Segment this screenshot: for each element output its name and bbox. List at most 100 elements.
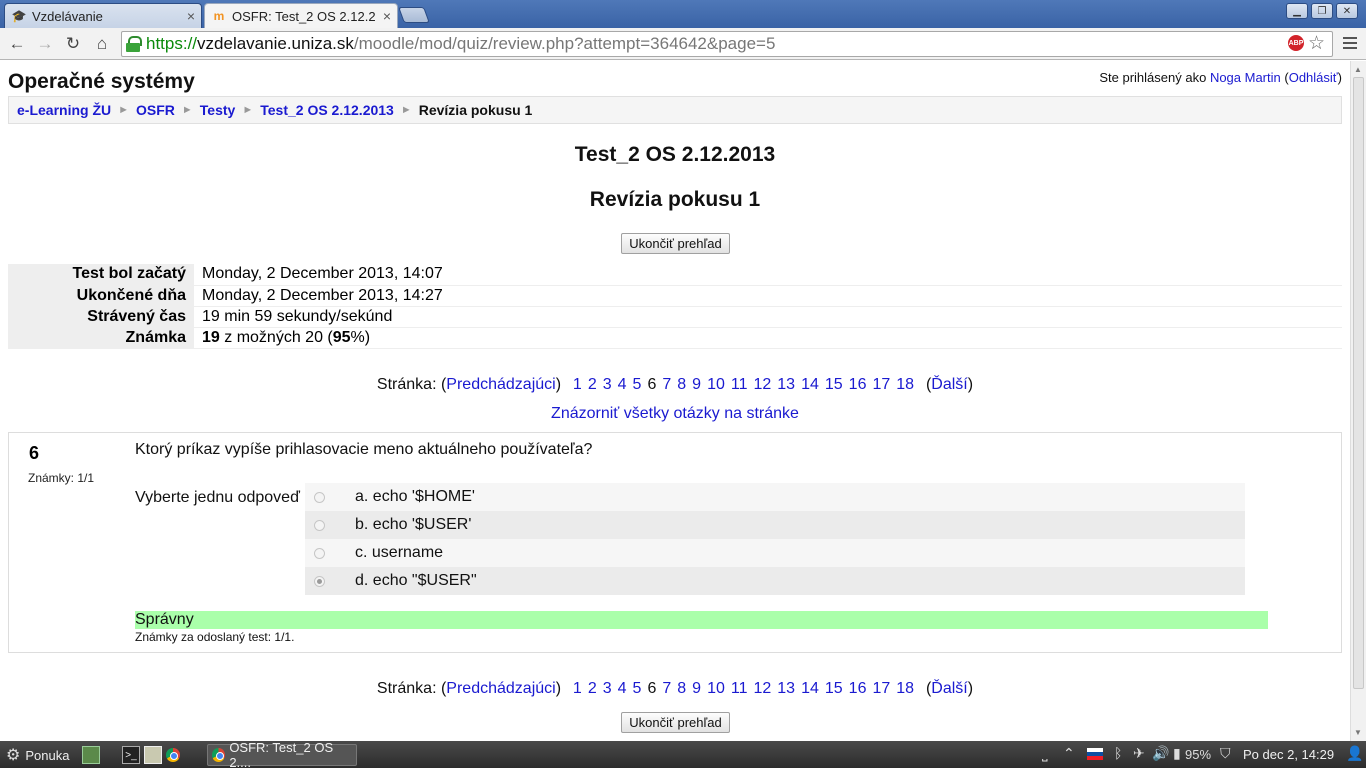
pager-page-link[interactable]: 17 xyxy=(872,376,890,393)
pager-page-link[interactable]: 15 xyxy=(825,376,843,393)
pager-page-link[interactable]: 14 xyxy=(801,680,819,697)
scrollbar-thumb[interactable] xyxy=(1353,77,1364,689)
shield-icon[interactable]: ⛉ xyxy=(1220,745,1231,762)
adblock-icon[interactable]: ABP xyxy=(1288,35,1304,51)
pager-page-link[interactable]: 10 xyxy=(707,680,725,697)
clock[interactable]: Po dec 2, 14:29 xyxy=(1243,747,1334,762)
pager-page-link[interactable]: 18 xyxy=(896,376,914,393)
chrome-launcher[interactable] xyxy=(166,745,184,765)
restore-icon[interactable]: ❐ xyxy=(1311,3,1333,19)
pager-page-link[interactable]: 1 xyxy=(573,376,582,393)
pager-page-link[interactable]: 16 xyxy=(849,376,867,393)
vertical-scrollbar[interactable]: ▲ ▼ xyxy=(1350,61,1366,741)
terminal-launcher[interactable]: >_ xyxy=(122,745,140,765)
new-tab-button[interactable] xyxy=(398,7,430,23)
pager-page-link[interactable]: 11 xyxy=(731,680,748,697)
pager-prev-link[interactable]: Predchádzajúci xyxy=(446,680,555,697)
volume-icon[interactable]: 🔊 xyxy=(1152,745,1169,762)
finish-review-button[interactable]: Ukončiť prehľad xyxy=(621,712,730,733)
keyboard-layout-flag-icon[interactable] xyxy=(1087,748,1103,760)
breadcrumb-separator-icon: ► xyxy=(242,104,254,116)
scroll-down-icon[interactable]: ▼ xyxy=(1354,728,1362,737)
pager-page-link[interactable]: 14 xyxy=(801,376,819,393)
pager-page-link[interactable]: 9 xyxy=(692,376,701,393)
pager-page-link[interactable]: 7 xyxy=(662,376,671,393)
radio-button[interactable] xyxy=(314,519,325,531)
pager-next-link[interactable]: Ďalší xyxy=(931,680,967,697)
pager-page-link[interactable]: 16 xyxy=(849,680,867,697)
pager-page-link[interactable]: 12 xyxy=(753,376,771,393)
pager-page-link[interactable]: 1 xyxy=(573,680,582,697)
file-manager-launcher[interactable] xyxy=(144,745,162,765)
pager-current-page: 6 xyxy=(647,376,657,393)
tray-expand-icon[interactable]: ⌃ xyxy=(1063,745,1075,762)
answer-option[interactable]: d. echo "$USER" xyxy=(305,567,1245,595)
folder-icon xyxy=(144,746,162,764)
tab-vzdelavanie[interactable]: 🎓 Vzdelávanie × xyxy=(4,3,202,28)
url-path: /moodle/mod/quiz/review.php?attempt=3646… xyxy=(353,34,776,53)
user-profile-link[interactable]: Noga Martin xyxy=(1210,70,1281,85)
pager-page-link[interactable]: 10 xyxy=(707,376,725,393)
answer-option[interactable]: a. echo '$HOME' xyxy=(305,483,1245,511)
tab-osfr[interactable]: m OSFR: Test_2 OS 2.12.2 × xyxy=(204,3,398,28)
network-icon[interactable]: ✈ xyxy=(1133,745,1145,762)
radio-button[interactable] xyxy=(314,547,325,559)
answer-option[interactable]: c. username xyxy=(305,539,1245,567)
logout-link[interactable]: Odhlásiť xyxy=(1289,70,1338,85)
breadcrumb-elearning[interactable]: e-Learning ŽU xyxy=(17,102,111,118)
pager-page-link[interactable]: 5 xyxy=(633,376,642,393)
radio-button[interactable] xyxy=(314,491,325,503)
pager-prev-link[interactable]: Predchádzajúci xyxy=(446,376,555,393)
pager-page-link[interactable]: 11 xyxy=(731,376,748,393)
breadcrumb-separator-icon: ► xyxy=(181,104,193,116)
pager-page-link[interactable]: 12 xyxy=(753,680,771,697)
pager-page-link[interactable]: 17 xyxy=(872,680,890,697)
answer-option[interactable]: b. echo '$USER' xyxy=(305,511,1245,539)
workspace-icon[interactable]: ⎵ xyxy=(1042,745,1048,762)
address-bar[interactable]: https:// vzdelavanie.uniza.sk /moodle/mo… xyxy=(121,31,1333,57)
show-desktop-button[interactable] xyxy=(82,745,100,765)
pager-page-link[interactable]: 5 xyxy=(633,680,642,697)
breadcrumb-test[interactable]: Test_2 OS 2.12.2013 xyxy=(260,102,394,118)
table-row: Ukončené dňa Monday, 2 December 2013, 14… xyxy=(8,285,1342,307)
breadcrumb-osfr[interactable]: OSFR xyxy=(136,102,175,118)
pager-page-link[interactable]: 4 xyxy=(618,376,627,393)
taskbar-window-button[interactable]: OSFR: Test_2 OS 2.... xyxy=(207,740,357,770)
reload-icon[interactable]: ↻ xyxy=(62,33,84,55)
pager-page-link[interactable]: 9 xyxy=(692,680,701,697)
user-icon[interactable]: 👤 xyxy=(1346,745,1363,762)
close-tab-icon[interactable]: × xyxy=(383,8,391,24)
battery-icon[interactable]: ▮ xyxy=(1173,745,1181,762)
show-all-link[interactable]: Znázorniť všetky otázky na stránke xyxy=(551,405,799,422)
radio-button-selected[interactable] xyxy=(314,575,325,587)
pager-page-link[interactable]: 13 xyxy=(777,680,795,697)
scroll-up-icon[interactable]: ▲ xyxy=(1354,65,1362,74)
start-menu-button[interactable]: ⚙ Ponuka xyxy=(6,745,69,765)
show-all-questions: Znázorniť všetky otázky na stránke xyxy=(0,405,1350,423)
forward-arrow-icon[interactable]: → xyxy=(34,33,56,55)
pager-next-link[interactable]: Ďalší xyxy=(931,376,967,393)
pager-page-link[interactable]: 7 xyxy=(662,680,671,697)
pager-page-link[interactable]: 8 xyxy=(677,376,686,393)
close-tab-icon[interactable]: × xyxy=(187,8,195,24)
pager-page-link[interactable]: 2 xyxy=(588,376,597,393)
pager-page-link[interactable]: 2 xyxy=(588,680,597,697)
pager-page-link[interactable]: 13 xyxy=(777,376,795,393)
back-arrow-icon[interactable]: ← xyxy=(6,33,28,55)
grade-percent: 95 xyxy=(332,328,351,346)
browser-menu-icon[interactable] xyxy=(1340,33,1360,53)
home-icon[interactable]: ⌂ xyxy=(91,33,113,55)
finish-review-button[interactable]: Ukončiť prehľad xyxy=(621,233,730,254)
pager-page-link[interactable]: 15 xyxy=(825,680,843,697)
bluetooth-icon[interactable]: ᛒ xyxy=(1114,745,1122,761)
minimize-icon[interactable]: ▁ xyxy=(1286,3,1308,19)
pager-page-link[interactable]: 18 xyxy=(896,680,914,697)
breadcrumb-testy[interactable]: Testy xyxy=(200,102,236,118)
bookmark-star-icon[interactable]: ☆ xyxy=(1308,32,1325,55)
close-window-icon[interactable]: ✕ xyxy=(1336,3,1358,19)
pager-page-link[interactable]: 3 xyxy=(603,680,612,697)
pager-page-link[interactable]: 3 xyxy=(603,376,612,393)
attempt-summary-table: Test bol začatý Monday, 2 December 2013,… xyxy=(8,264,1342,349)
pager-page-link[interactable]: 8 xyxy=(677,680,686,697)
pager-page-link[interactable]: 4 xyxy=(618,680,627,697)
